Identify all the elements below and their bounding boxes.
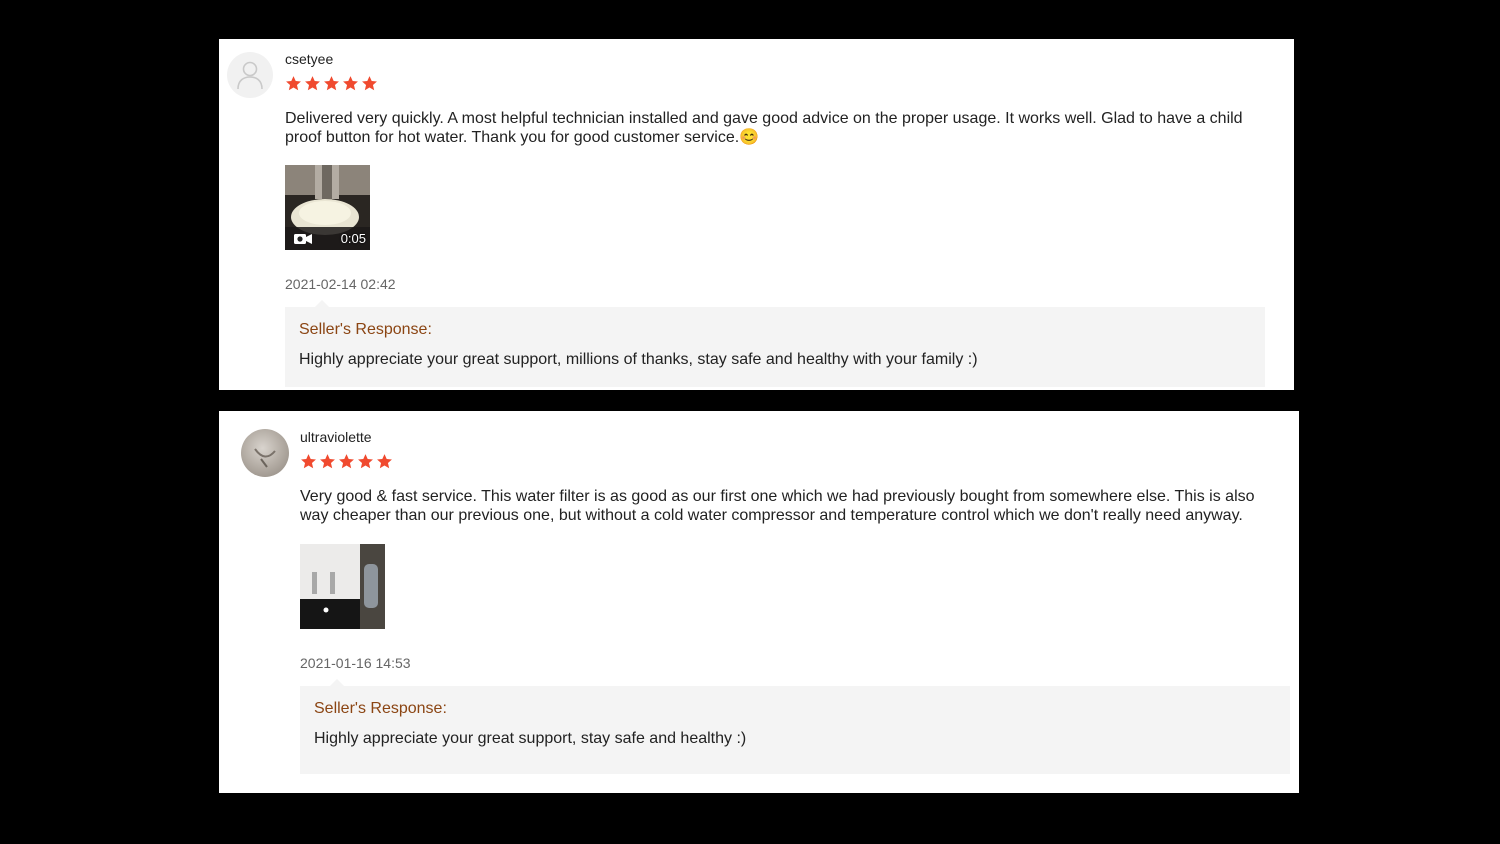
review-content: ultraviolette Very good & fast service. … (300, 429, 1290, 774)
star-icon (358, 453, 373, 468)
user-icon (237, 61, 263, 90)
star-icon (343, 75, 358, 90)
review-video-thumbnail[interactable]: 0:05 (285, 165, 370, 250)
review-card: ultraviolette Very good & fast service. … (219, 411, 1299, 793)
review-image-thumbnail[interactable] (300, 544, 385, 629)
star-icon (286, 75, 301, 90)
review-photo (300, 544, 385, 629)
seller-response: Seller's Response: Highly appreciate you… (300, 679, 1290, 774)
review-username[interactable]: csetyee (285, 51, 1264, 71)
star-rating (300, 449, 1269, 473)
review-content: csetyee Delivered very quickly. A most h… (285, 51, 1265, 387)
video-camera-icon (294, 234, 312, 244)
star-icon (301, 453, 316, 468)
seller-response: Seller's Response: Highly appreciate you… (285, 300, 1265, 387)
review-text: Delivered very quickly. A most helpful t… (285, 110, 1243, 146)
star-rating (285, 71, 1264, 95)
seller-response-text: Highly appreciate your great support, mi… (299, 351, 978, 368)
star-icon (305, 75, 320, 90)
review-date: 2021-01-16 14:53 (300, 655, 411, 671)
seller-response-text: Highly appreciate your great support, st… (314, 730, 747, 747)
review-card: csetyee Delivered very quickly. A most h… (219, 39, 1294, 390)
star-icon (362, 75, 377, 90)
review-text: Very good & fast service. This water fil… (300, 488, 1255, 524)
avatar-photo (254, 448, 276, 468)
star-icon (339, 453, 354, 468)
review-date: 2021-02-14 02:42 (285, 276, 396, 292)
star-icon (320, 453, 335, 468)
star-icon (324, 75, 339, 90)
avatar[interactable] (241, 429, 289, 477)
avatar-placeholder[interactable] (227, 52, 273, 98)
star-icon (377, 453, 392, 468)
review-username[interactable]: ultraviolette (300, 429, 1269, 449)
seller-response-label: Seller's Response: (299, 321, 432, 338)
video-duration: 0:05 (340, 231, 366, 246)
seller-response-label: Seller's Response: (314, 700, 447, 717)
